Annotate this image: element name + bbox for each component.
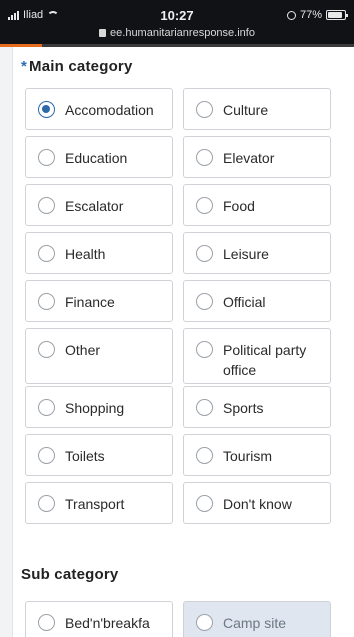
option-label: Finance [65,294,115,310]
radio-icon[interactable] [38,149,55,166]
radio-icon[interactable] [196,447,213,464]
option-label: Shopping [65,400,125,416]
option-toilets[interactable]: Toilets [25,434,173,476]
option-camp-site[interactable]: Camp site [183,601,331,637]
main-category-label: Main category [29,58,133,75]
sub-category-title: Sub category [21,566,119,583]
radio-icon[interactable] [38,293,55,310]
lock-icon [99,29,107,37]
option-finance[interactable]: Finance [25,280,173,322]
option-label: Sports [223,400,264,416]
required-mark: * [21,58,28,75]
radio-icon[interactable] [196,614,213,631]
battery-icon [326,10,348,20]
option-escalator[interactable]: Escalator [25,184,173,226]
option-label: Elevator [223,150,275,166]
radio-icon[interactable] [196,245,213,262]
option-culture[interactable]: Culture [183,88,331,130]
radio-icon[interactable] [38,495,55,512]
radio-icon[interactable] [196,149,213,166]
option-sports[interactable]: Sports [183,386,331,428]
option-don-t-know[interactable]: Don't know [183,482,331,524]
option-label: Toilets [65,448,105,464]
option-label: Health [65,246,106,262]
radio-icon[interactable] [38,447,55,464]
option-label: Don't know [223,496,292,512]
url-text: ee.humanitarianresponse.info [110,27,255,39]
option-bed-n-breakfa[interactable]: Bed'n'breakfa [25,601,173,637]
alarm-icon [286,10,296,20]
option-leisure[interactable]: Leisure [183,232,331,274]
option-food[interactable]: Food [183,184,331,226]
radio-icon[interactable] [196,399,213,416]
option-label: Official [223,294,266,310]
option-label: Escalator [65,198,124,214]
option-other[interactable]: Other [25,328,173,384]
status-bar: Iliad 10:27 77% ee.humanitarianresponse.… [0,0,354,44]
address-bar[interactable]: ee.humanitarianresponse.info [0,27,354,39]
form-panel: * Main category Sub category Accomodation… [12,47,354,637]
radio-icon[interactable] [38,197,55,214]
option-label: Transport [65,496,125,512]
radio-icon[interactable] [38,341,55,358]
option-tourism[interactable]: Tourism [183,434,331,476]
option-education[interactable]: Education [25,136,173,178]
option-label: Food [223,198,255,214]
option-label: Culture [223,102,269,118]
radio-icon[interactable] [38,245,55,262]
radio-icon[interactable] [196,495,213,512]
radio-icon[interactable] [38,101,55,118]
option-official[interactable]: Official [183,280,331,322]
option-health[interactable]: Health [25,232,173,274]
option-label: Education [65,150,128,166]
radio-icon[interactable] [196,341,213,358]
main-category-title: * Main category [21,58,133,75]
option-shopping[interactable]: Shopping [25,386,173,428]
radio-icon[interactable] [38,614,55,631]
option-label: Tourism [223,448,273,464]
option-label: Political party office [223,342,307,378]
option-label: Camp site [223,615,287,631]
battery-percent: 77% [299,9,322,21]
option-transport[interactable]: Transport [25,482,173,524]
status-right: 77% [286,9,348,21]
radio-icon[interactable] [196,101,213,118]
option-label: Accomodation [65,102,154,118]
option-label: Other [65,342,101,358]
option-label: Bed'n'breakfa [65,615,150,631]
radio-icon[interactable] [38,399,55,416]
radio-icon[interactable] [196,293,213,310]
radio-icon[interactable] [196,197,213,214]
option-elevator[interactable]: Elevator [183,136,331,178]
option-political-party-office[interactable]: Political party office [183,328,331,384]
option-accomodation[interactable]: Accomodation [25,88,173,130]
option-label: Leisure [223,246,269,262]
